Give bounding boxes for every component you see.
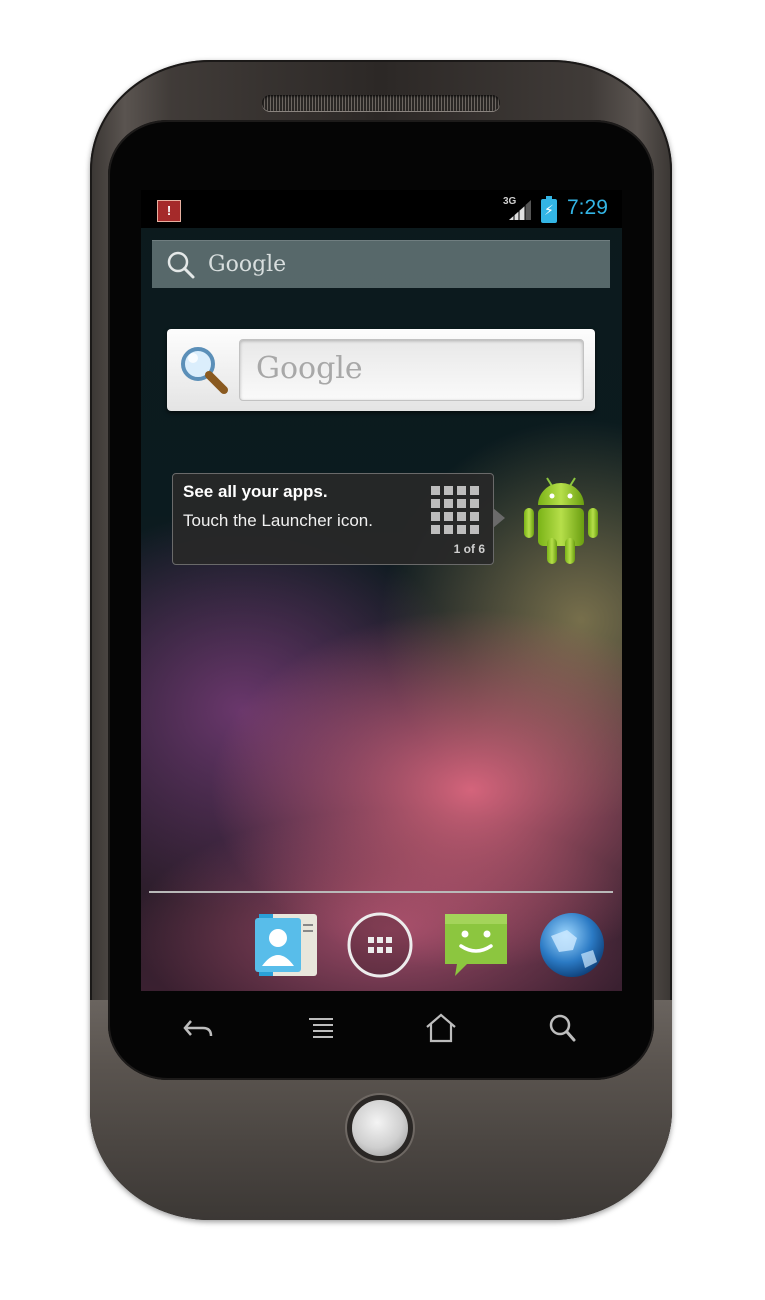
- widget-search-field[interactable]: Google: [239, 339, 584, 401]
- earpiece-speaker: [262, 95, 500, 111]
- all-apps-icon[interactable]: [345, 910, 415, 980]
- search-icon: [167, 251, 195, 279]
- search-bar-label: Google: [208, 252, 287, 277]
- home-screen: ! 3G ⚡ 7:29 Google Google See all your a…: [141, 190, 622, 991]
- cling-page-indicator: 1 of 6: [453, 542, 485, 556]
- status-bar: ! 3G ⚡ 7:29: [141, 190, 622, 228]
- magnifier-icon[interactable]: [177, 343, 231, 397]
- contacts-icon[interactable]: [251, 910, 321, 980]
- signal-strength-icon: [509, 200, 531, 220]
- globe-icon[interactable]: [537, 910, 607, 980]
- launcher-hint-cling[interactable]: See all your apps. Touch the Launcher ic…: [172, 473, 494, 565]
- cling-title: See all your apps.: [183, 482, 328, 501]
- widget-search-placeholder: Google: [256, 351, 363, 386]
- home-icon[interactable]: [421, 1011, 461, 1045]
- google-search-bar[interactable]: Google: [152, 240, 610, 288]
- cling-pointer: [493, 508, 505, 528]
- cling-message: Touch the Launcher icon.: [183, 511, 373, 530]
- messaging-icon[interactable]: [441, 910, 511, 980]
- dock-divider: [149, 891, 613, 893]
- google-search-widget[interactable]: Google: [167, 329, 595, 411]
- navigation-bar: [141, 991, 622, 1063]
- menu-icon[interactable]: [301, 1011, 341, 1045]
- back-icon[interactable]: [179, 1011, 219, 1045]
- search-key-icon[interactable]: [543, 1011, 583, 1045]
- status-clock: 7:29: [567, 196, 608, 219]
- launcher-grid-icon: [431, 486, 479, 534]
- android-robot-icon: [524, 477, 598, 564]
- alert-icon[interactable]: !: [157, 200, 181, 222]
- trackball-button[interactable]: [352, 1100, 408, 1156]
- battery-charging-icon: ⚡: [541, 196, 557, 223]
